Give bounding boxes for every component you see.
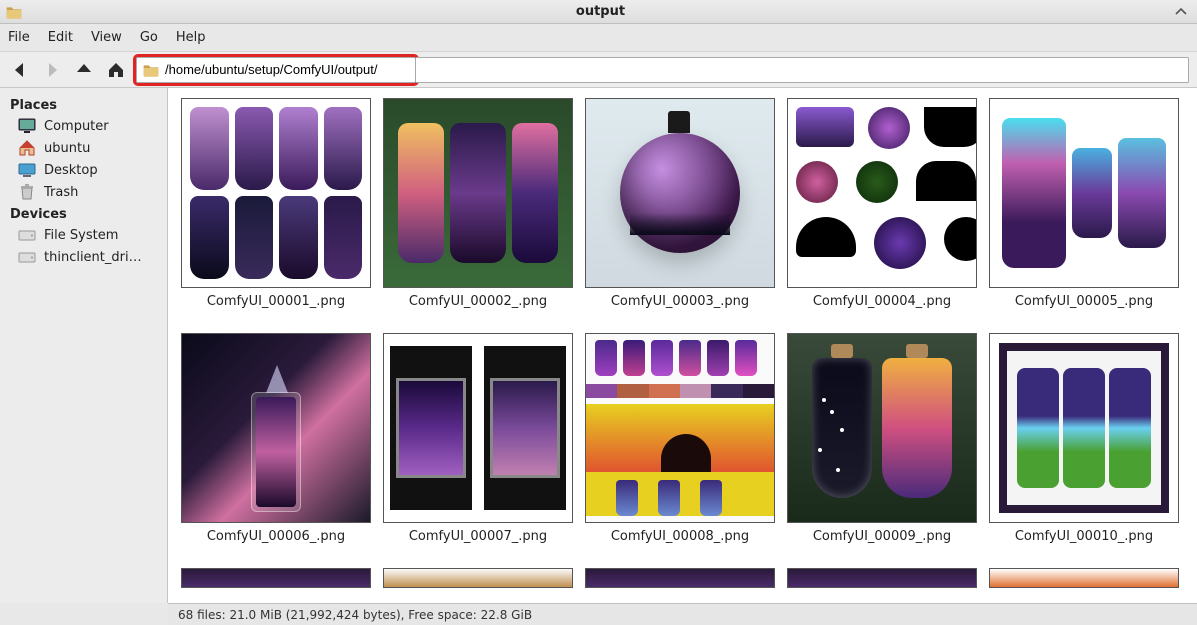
devices-header: Devices: [0, 203, 167, 224]
window-title: output: [30, 4, 1171, 19]
folder-icon: [143, 63, 159, 77]
toolbar: [0, 52, 1197, 88]
sidebar-item-label: File System: [44, 228, 118, 243]
drive-icon: [18, 249, 36, 265]
file-item[interactable]: ComfyUI_00005_.png: [986, 98, 1182, 309]
thumbnail: [383, 568, 573, 588]
thumbnail: [585, 568, 775, 588]
sidebar-item-ubuntu[interactable]: ubuntu: [0, 137, 167, 159]
thumbnail: [787, 568, 977, 588]
titlebar: output: [0, 0, 1197, 24]
trash-icon: [18, 184, 36, 200]
file-item[interactable]: ComfyUI_00002_.png: [380, 98, 576, 309]
thumbnail: [181, 333, 371, 523]
file-item[interactable]: ComfyUI_00009_.png: [784, 333, 980, 544]
file-label: ComfyUI_00008_.png: [611, 529, 749, 544]
file-item[interactable]: [380, 568, 576, 588]
thumbnail: [383, 333, 573, 523]
home-button[interactable]: [104, 58, 128, 82]
sidebar-item-desktop[interactable]: Desktop: [0, 159, 167, 181]
thumbnail: [787, 333, 977, 523]
file-label: ComfyUI_00007_.png: [409, 529, 547, 544]
sidebar-item-label: Trash: [44, 185, 78, 200]
file-item[interactable]: ComfyUI_00007_.png: [380, 333, 576, 544]
file-item[interactable]: ComfyUI_00006_.png: [178, 333, 374, 544]
forward-button[interactable]: [40, 58, 64, 82]
thumbnail: [585, 98, 775, 288]
file-item[interactable]: ComfyUI_00003_.png: [582, 98, 778, 309]
window-expand-button[interactable]: [1171, 7, 1191, 17]
path-input[interactable]: [136, 57, 416, 83]
home-icon: [18, 140, 36, 156]
menu-view[interactable]: View: [91, 30, 122, 45]
thumbnail: [181, 98, 371, 288]
thumbnail: [989, 568, 1179, 588]
thumbnail: [181, 568, 371, 588]
file-item[interactable]: [178, 568, 374, 588]
sidebar-item-filesystem[interactable]: File System: [0, 224, 167, 246]
file-label: ComfyUI_00006_.png: [207, 529, 345, 544]
menubar: File Edit View Go Help: [0, 24, 1197, 52]
drive-icon: [18, 227, 36, 243]
file-item[interactable]: ComfyUI_00010_.png: [986, 333, 1182, 544]
up-button[interactable]: [72, 58, 96, 82]
menu-file[interactable]: File: [8, 30, 30, 45]
thumbnail: [585, 333, 775, 523]
menu-edit[interactable]: Edit: [48, 30, 73, 45]
file-item[interactable]: ComfyUI_00008_.png: [582, 333, 778, 544]
file-item[interactable]: ComfyUI_00001_.png: [178, 98, 374, 309]
thumbnail: [989, 333, 1179, 523]
monitor-icon: [18, 118, 36, 134]
sidebar-item-thinclient[interactable]: thinclient_dri…: [0, 246, 167, 268]
desktop-icon: [18, 162, 36, 178]
file-label: ComfyUI_00001_.png: [207, 294, 345, 309]
sidebar-item-computer[interactable]: Computer: [0, 115, 167, 137]
sidebar-item-label: Desktop: [44, 163, 98, 178]
folder-icon: [6, 5, 22, 19]
back-button[interactable]: [8, 58, 32, 82]
path-extra[interactable]: [416, 57, 1189, 83]
sidebar-item-label: Computer: [44, 119, 109, 134]
menu-help[interactable]: Help: [176, 30, 206, 45]
sidebar-item-label: thinclient_dri…: [44, 250, 142, 265]
file-label: ComfyUI_00004_.png: [813, 294, 951, 309]
thumbnail: [383, 98, 573, 288]
file-item[interactable]: [582, 568, 778, 588]
sidebar-item-trash[interactable]: Trash: [0, 181, 167, 203]
places-header: Places: [0, 94, 167, 115]
file-item[interactable]: [986, 568, 1182, 588]
sidebar: Places Computer ubuntu Desktop Trash: [0, 88, 168, 603]
sidebar-item-label: ubuntu: [44, 141, 90, 156]
menu-go[interactable]: Go: [140, 30, 158, 45]
status-text: 68 files: 21.0 MiB (21,992,424 bytes), F…: [178, 608, 532, 622]
thumbnail: [787, 98, 977, 288]
status-bar: 68 files: 21.0 MiB (21,992,424 bytes), F…: [168, 603, 1197, 625]
file-label: ComfyUI_00002_.png: [409, 294, 547, 309]
file-label: ComfyUI_00010_.png: [1015, 529, 1153, 544]
icon-view[interactable]: ComfyUI_00001_.png ComfyUI_00002_.png: [168, 88, 1197, 603]
file-label: ComfyUI_00005_.png: [1015, 294, 1153, 309]
thumbnail: [989, 98, 1179, 288]
file-label: ComfyUI_00003_.png: [611, 294, 749, 309]
file-label: ComfyUI_00009_.png: [813, 529, 951, 544]
file-item[interactable]: ComfyUI_00004_.png: [784, 98, 980, 309]
path-field[interactable]: [165, 62, 405, 77]
file-item[interactable]: [784, 568, 980, 588]
